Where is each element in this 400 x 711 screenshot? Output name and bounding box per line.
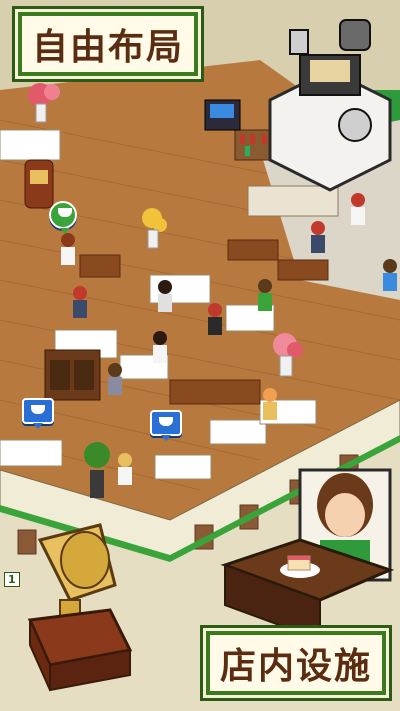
coffee-cup-icon	[31, 405, 45, 414]
order-bubble[interactable]	[150, 410, 182, 441]
coffee-cup-icon	[159, 417, 173, 426]
cafe-scene	[0, 0, 400, 711]
order-bubble[interactable]	[22, 398, 54, 429]
top-banner-title: 自由布局	[18, 12, 199, 76]
order-bubble[interactable]	[49, 201, 77, 234]
level-indicator: 1	[4, 572, 20, 587]
bottom-banner-title: 店内设施	[205, 631, 386, 695]
game-screen: 1 自由布局 店内设施	[0, 0, 400, 711]
coffee-cup-icon	[58, 208, 72, 217]
